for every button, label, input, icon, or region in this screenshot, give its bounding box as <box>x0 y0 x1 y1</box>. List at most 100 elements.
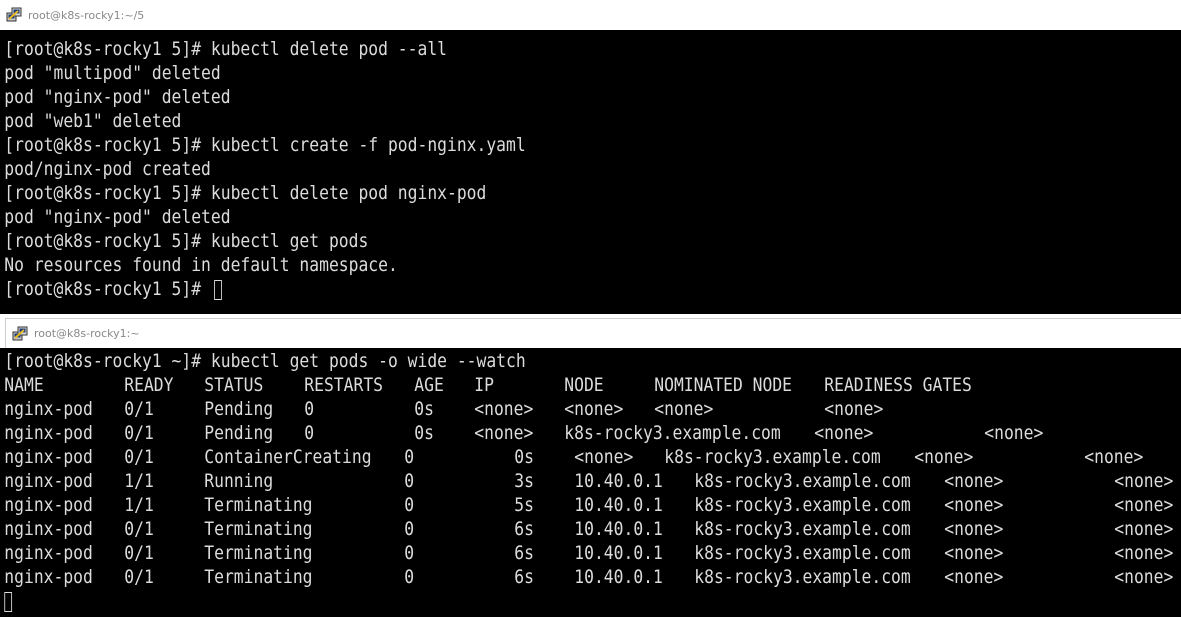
cell-readiness-gates: <none> <box>1114 542 1174 564</box>
cell-ip: 10.40.0.1 <box>574 566 663 588</box>
cell-nominated-node: <none> <box>944 494 1004 516</box>
cell-ip: <none> <box>574 446 634 468</box>
terminal-2[interactable]: [root@k8s-rocky1 ~]# kubectl get pods -o… <box>0 348 1181 617</box>
table-row: nginx-pod 1/1 Running 0 3s 10.40.0.1 k8s-rocky… <box>0 469 1173 493</box>
table-row: nginx-pod 0/1 Pending 0 0s <none> <none> <none>… <box>0 397 1016 421</box>
cell-name: nginx-pod <box>4 422 93 444</box>
cell-restarts: 0 <box>404 518 415 540</box>
cell-ip: 10.40.0.1 <box>574 470 663 492</box>
command-line: [root@k8s-rocky1 ~]# kubectl get pods -o… <box>4 350 526 372</box>
terminal-line: [root@k8s-rocky1 5]# kubectl delete pod … <box>4 38 447 60</box>
column-header-nominated-node: NOMINATED NODE <box>654 374 793 396</box>
cell-restarts: 0 <box>404 542 415 564</box>
cell-nominated-node: <none> <box>944 542 1004 564</box>
cell-nominated-node: <none> <box>654 398 714 420</box>
cell-age: 6s <box>514 566 534 588</box>
cell-ready: 0/1 <box>124 422 154 444</box>
cell-age: 6s <box>514 542 534 564</box>
column-header-ready: READY <box>124 374 174 396</box>
cell-nominated-node: <none> <box>944 518 1004 540</box>
cell-status: Pending <box>204 398 274 420</box>
cell-ready: 0/1 <box>124 518 154 540</box>
cell-restarts: 0 <box>404 566 415 588</box>
cell-readiness-gates: <none> <box>1114 518 1174 540</box>
cell-age: 0s <box>414 398 434 420</box>
cell-readiness-gates: <none> <box>1114 494 1174 516</box>
cell-ready: 0/1 <box>124 566 154 588</box>
cell-readiness-gates: <none> <box>984 422 1044 444</box>
column-header-node: NODE <box>564 374 604 396</box>
terminal-cursor <box>214 279 223 300</box>
cell-restarts: 0 <box>304 422 315 444</box>
terminal-line: [root@k8s-rocky1 5]# kubectl delete pod … <box>4 182 487 204</box>
table-row: nginx-pod 0/1 Terminating 0 6s 10.40.0.1 k8s-r… <box>0 517 1173 541</box>
column-header-status: STATUS <box>204 374 264 396</box>
cell-age: 5s <box>514 494 534 516</box>
terminal-line: pod "nginx-pod" deleted <box>4 86 231 108</box>
cell-age: 6s <box>514 518 534 540</box>
cell-restarts: 0 <box>304 398 315 420</box>
terminal-cursor <box>4 591 13 612</box>
cell-ip: 10.40.0.1 <box>574 518 663 540</box>
prompt-line[interactable]: [root@k8s-rocky1 5]# <box>0 277 1016 301</box>
cell-nominated-node: <none> <box>944 470 1004 492</box>
window-2-titlebar[interactable]: root@k8s-rocky1:~ <box>5 318 1181 348</box>
table-row: nginx-pod 0/1 Pending 0 0s <none> k8s-rocky3.e… <box>0 421 1043 445</box>
cell-ready: 1/1 <box>124 470 154 492</box>
prompt-line[interactable] <box>0 589 1016 613</box>
terminal-line: [root@k8s-rocky1 5]# kubectl create -f p… <box>4 134 526 156</box>
cell-ready: 0/1 <box>124 398 154 420</box>
terminal-line: pod "web1" deleted <box>4 110 182 132</box>
table-row: nginx-pod 0/1 ContainerCreating 0 0s <none> k8… <box>0 445 1143 469</box>
cell-status: Terminating <box>204 542 313 564</box>
cell-ip: 10.40.0.1 <box>574 494 663 516</box>
cell-name: nginx-pod <box>4 470 93 492</box>
cell-status: Terminating <box>204 518 313 540</box>
table-row: nginx-pod 1/1 Terminating 0 5s 10.40.0.1 k8s-r… <box>0 493 1173 517</box>
cell-name: nginx-pod <box>4 518 93 540</box>
column-header-restarts: RESTARTS <box>304 374 383 396</box>
cell-restarts: 0 <box>404 446 415 468</box>
cell-ready: 1/1 <box>124 494 154 516</box>
putty-icon <box>6 7 22 22</box>
cell-node: <none> <box>564 398 624 420</box>
terminal-line: pod/nginx-pod created <box>4 158 211 180</box>
window-2-title: root@k8s-rocky1:~ <box>34 327 140 340</box>
cell-ip: <none> <box>474 422 534 444</box>
window-1-titlebar[interactable]: root@k8s-rocky1:~/5 <box>0 0 1181 30</box>
cell-name: nginx-pod <box>4 398 93 420</box>
cell-node: k8s-rocky3.example.com <box>694 470 911 492</box>
cell-node: k8s-rocky3.example.com <box>694 566 911 588</box>
cell-readiness-gates: <none> <box>1084 446 1144 468</box>
cell-readiness-gates: <none> <box>1114 470 1174 492</box>
terminal-line: [root@k8s-rocky1 5]# kubectl get pods <box>4 230 369 252</box>
cell-name: nginx-pod <box>4 494 93 516</box>
terminal-line: pod "multipod" deleted <box>4 62 221 84</box>
cell-status: Terminating <box>204 494 313 516</box>
cell-ready: 0/1 <box>124 542 154 564</box>
terminal-1[interactable]: [root@k8s-rocky1 5]# kubectl delete pod … <box>0 30 1181 314</box>
terminal-line: pod "nginx-pod" deleted <box>4 206 231 228</box>
column-header-ip: IP <box>474 374 494 396</box>
cell-status: Terminating <box>204 566 313 588</box>
putty-icon <box>12 326 28 340</box>
table-header: NAME READY STATUS RESTARTS AGE IP NODE NOMINATE… <box>0 373 1016 397</box>
cell-ip: 10.40.0.1 <box>574 542 663 564</box>
table-row: nginx-pod 0/1 Terminating 0 6s 10.40.0.1 k8s-r… <box>0 541 1173 565</box>
cell-ip: <none> <box>474 398 534 420</box>
cell-name: nginx-pod <box>4 542 93 564</box>
cell-nominated-node: <none> <box>914 446 974 468</box>
cell-readiness-gates: <none> <box>1114 566 1174 588</box>
terminal-line: No resources found in default namespace. <box>4 254 398 276</box>
cell-node: k8s-rocky3.example.com <box>664 446 881 468</box>
shell-prompt: [root@k8s-rocky1 5]# <box>4 278 211 300</box>
cell-node: k8s-rocky3.example.com <box>694 494 911 516</box>
cell-age: 0s <box>514 446 534 468</box>
cell-status: Pending <box>204 422 274 444</box>
table-row: nginx-pod 0/1 Terminating 0 6s 10.40.0.1 k8s-r… <box>0 565 1173 589</box>
cell-nominated-node: <none> <box>814 422 874 444</box>
cell-restarts: 0 <box>404 494 415 516</box>
cell-node: k8s-rocky3.example.com <box>694 518 911 540</box>
cell-node: k8s-rocky3.example.com <box>694 542 911 564</box>
cell-readiness-gates: <none> <box>824 398 884 420</box>
